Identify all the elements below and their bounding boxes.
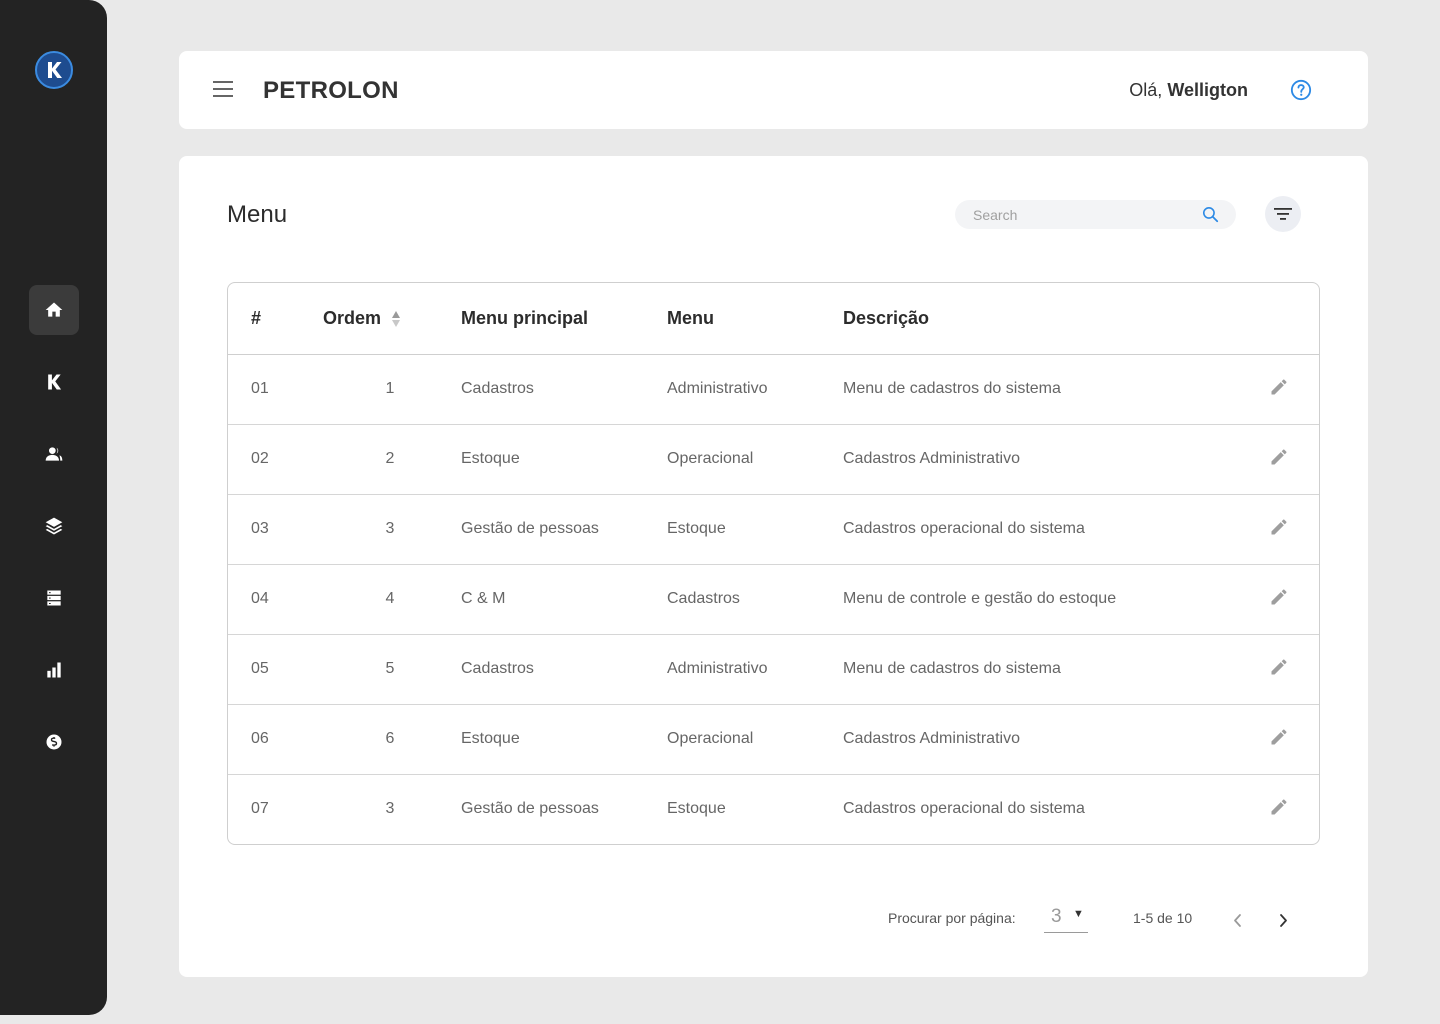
cell-menu-principal: Gestão de pessoas <box>461 494 667 565</box>
cell-menu-principal: Estoque <box>461 704 667 775</box>
users-icon <box>45 447 63 461</box>
cell-ordem: 3 <box>323 494 461 565</box>
column-header-ordem[interactable]: Ordem <box>323 283 461 355</box>
cell-descricao: Menu de controle e gestão do estoque <box>843 564 1243 635</box>
cell-ordem: 5 <box>323 634 461 705</box>
cell-number: 07 <box>251 800 269 818</box>
edit-icon[interactable] <box>1269 797 1289 817</box>
cell-menu: Administrativo <box>667 634 843 705</box>
user-name: Welligton <box>1167 80 1248 100</box>
previous-page-icon[interactable] <box>1229 911 1247 929</box>
hamburger-menu-icon[interactable] <box>213 81 233 99</box>
table-row[interactable]: 05 5 Cadastros Administrativo Menu de ca… <box>228 634 1319 705</box>
table-row[interactable]: 02 2 Estoque Operacional Cadastros Admin… <box>228 424 1319 495</box>
cell-number: 05 <box>228 634 323 705</box>
cell-menu-principal: Cadastros <box>461 634 667 705</box>
table-row[interactable]: 06 6 Estoque Operacional Cadastros Admin… <box>228 704 1319 775</box>
cell-menu: Estoque <box>667 494 843 565</box>
cell-menu: Cadastros <box>667 564 843 635</box>
sidebar-item-k[interactable] <box>29 357 79 407</box>
cell-number: 02 <box>228 424 323 495</box>
help-icon[interactable] <box>1290 79 1312 101</box>
search-input[interactable] <box>973 205 1193 225</box>
cell-descricao: Menu de cadastros do sistema <box>843 634 1243 705</box>
user-greeting: Olá, Welligton <box>1129 80 1248 101</box>
edit-icon[interactable] <box>1269 657 1289 677</box>
sidebar-item-home[interactable] <box>29 285 79 335</box>
rows-per-page-select[interactable]: 3 ▼ <box>1044 902 1088 933</box>
edit-icon[interactable] <box>1269 517 1289 537</box>
edit-icon[interactable] <box>1269 377 1289 397</box>
k-icon <box>48 374 62 390</box>
sidebar-item-users[interactable] <box>29 429 79 479</box>
pagination-range: 1-5 de 10 <box>1133 910 1193 926</box>
filter-button[interactable] <box>1265 196 1301 232</box>
rows-per-page-label: Procurar por página: <box>888 910 1016 926</box>
cell-descricao: Cadastros Administrativo <box>843 424 1243 495</box>
database-icon <box>47 590 61 606</box>
app-title: PETROLON <box>263 77 399 104</box>
table-row[interactable]: 03 3 Gestão de pessoas Estoque Cadastros… <box>228 494 1319 565</box>
cell-menu-principal: C & M <box>461 564 667 635</box>
dropdown-arrow-icon: ▼ <box>1073 908 1084 920</box>
cell-menu: Operacional <box>667 704 843 775</box>
edit-icon[interactable] <box>1269 727 1289 747</box>
cell-ordem: 2 <box>323 424 461 495</box>
cell-menu-principal: Gestão de pessoas <box>461 800 599 818</box>
cell-ordem: 1 <box>323 354 461 425</box>
greeting-text: Olá, <box>1129 80 1163 100</box>
cell-menu: Administrativo <box>667 354 843 425</box>
cell-descricao: Cadastros Administrativo <box>843 704 1243 775</box>
table-row[interactable]: 07 3 Gestão de pessoas Estoque Cadastros… <box>228 774 1319 844</box>
next-page-icon[interactable] <box>1274 911 1292 929</box>
edit-icon[interactable] <box>1269 447 1289 467</box>
column-header-menu: Menu <box>667 283 843 355</box>
cell-menu-principal: Cadastros <box>461 354 667 425</box>
column-header-number: # <box>228 283 323 355</box>
column-header-descricao: Descrição <box>843 283 1243 355</box>
sidebar-item-layers[interactable] <box>29 501 79 551</box>
cell-descricao: Menu de cadastros do sistema <box>843 354 1243 425</box>
menu-table: # Ordem Menu principal Menu Descrição 01… <box>227 282 1320 845</box>
sidebar-item-finance[interactable] <box>29 717 79 767</box>
cell-number: 06 <box>228 704 323 775</box>
search-icon[interactable] <box>1201 205 1220 224</box>
filter-icon <box>1274 208 1292 220</box>
rows-per-page-value: 3 <box>1051 906 1062 927</box>
cell-number: 04 <box>228 564 323 635</box>
table-row[interactable]: 04 4 C & M Cadastros Menu de controle e … <box>228 564 1319 635</box>
cell-menu-principal: Estoque <box>461 424 667 495</box>
edit-icon[interactable] <box>1269 587 1289 607</box>
cell-descricao: Cadastros operacional do sistema <box>843 800 1085 818</box>
cell-descricao: Cadastros operacional do sistema <box>843 494 1243 565</box>
column-header-actions <box>1243 283 1319 355</box>
cell-number: 01 <box>228 354 323 425</box>
cell-ordem: 6 <box>323 704 461 775</box>
column-header-ordem-label: Ordem <box>323 307 382 328</box>
search-box <box>955 200 1236 229</box>
cell-ordem: 4 <box>323 564 461 635</box>
cell-ordem: 3 <box>385 800 395 818</box>
home-icon <box>45 302 63 317</box>
dollar-icon <box>46 734 62 750</box>
cell-menu: Operacional <box>667 424 843 495</box>
bar-chart-icon <box>47 662 61 678</box>
top-bar: PETROLON Olá, Welligton <box>179 51 1368 129</box>
sort-icon[interactable] <box>391 310 401 328</box>
menu-card: Menu # Ordem Menu principal Menu <box>179 156 1368 977</box>
cell-menu: Estoque <box>667 800 726 818</box>
table-header-row: # Ordem Menu principal Menu Descrição <box>228 283 1319 355</box>
column-header-menu-principal: Menu principal <box>461 283 667 355</box>
page-title: Menu <box>227 201 288 228</box>
k-logo-icon[interactable] <box>35 51 73 89</box>
sidebar-item-database[interactable] <box>29 573 79 623</box>
cell-number: 03 <box>228 494 323 565</box>
sidebar <box>0 0 107 1015</box>
sidebar-item-reports[interactable] <box>29 645 79 695</box>
layers-icon <box>45 517 63 535</box>
table-row[interactable]: 01 1 Cadastros Administrativo Menu de ca… <box>228 354 1319 425</box>
